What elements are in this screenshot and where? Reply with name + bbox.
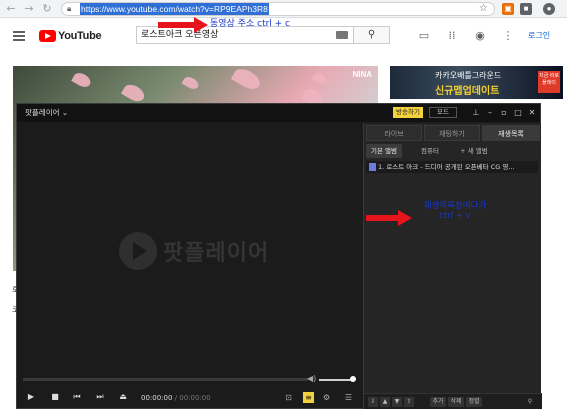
annotation-copy-hint: 동영상 주소 ctrl + c xyxy=(210,19,291,29)
back-icon[interactable]: ← xyxy=(4,2,18,16)
broadcast-button[interactable]: 방송하기 xyxy=(393,107,423,118)
minimize-icon[interactable]: – xyxy=(485,108,495,118)
more-vertical-icon[interactable]: ⋮ xyxy=(502,30,514,42)
ad-line1: 카카오배틀그라운드 xyxy=(435,71,502,80)
ad-banner[interactable]: 카카오배틀그라운드 신규맵업데이트 지금 바로 플레이 xyxy=(390,66,563,99)
delete-button[interactable]: 삭제 xyxy=(448,397,464,407)
annotation-arrow-copy xyxy=(158,17,208,33)
potplayer-window: 팟플레이어 ⌄ 방송하기 모드 ⊥ – ▫ □ ✕ 팟플레이어 ◀) ▶ ■ ⏮… xyxy=(16,103,542,409)
move-top-icon[interactable]: ▲ xyxy=(380,397,390,407)
youtube-play-icon xyxy=(39,30,56,42)
extension-gray-icon[interactable]: ■ xyxy=(520,3,532,15)
subtitle-icon[interactable]: ≡ xyxy=(303,392,314,403)
playlist-panel: 라이브 채팅하기 재생목록 기본 앨범 컴퓨터 + 새 앨범 1. 로스트 아크… xyxy=(363,123,542,409)
profile-icon[interactable]: ● xyxy=(543,3,555,15)
extension-orange-icon[interactable]: ▣ xyxy=(502,3,514,15)
volume-knob[interactable] xyxy=(350,376,356,382)
move-up-icon[interactable]: ▼ xyxy=(392,397,402,407)
time-display: 00:00:00 / 00:00:00 xyxy=(141,393,211,403)
sort-button[interactable]: 정렬 xyxy=(466,397,482,407)
stop-icon[interactable]: ■ xyxy=(49,391,61,403)
bookmark-star-icon[interactable]: ☆ xyxy=(479,3,488,15)
volume-slider[interactable] xyxy=(319,379,353,381)
tab-chat[interactable]: 채팅하기 xyxy=(424,125,480,141)
forward-icon[interactable]: → xyxy=(22,2,36,16)
move-down-icon[interactable]: ⇩ xyxy=(368,397,378,407)
menu-icon[interactable] xyxy=(13,31,25,41)
video-file-icon xyxy=(369,163,376,171)
mode-dropdown[interactable]: 모드 xyxy=(429,107,457,118)
video-watermark: NINA xyxy=(352,70,372,79)
seek-bar[interactable] xyxy=(23,378,308,381)
subtab-basic-album[interactable]: 기본 앨범 xyxy=(366,144,402,158)
login-link[interactable]: 로그인 xyxy=(528,30,550,42)
potplayer-logo-text: 팟플레이어 xyxy=(163,241,270,266)
youtube-logo-text: YouTube xyxy=(58,30,102,42)
settings-gear-icon[interactable]: ⚙ xyxy=(321,392,332,403)
ad-line2: 신규맵업데이트 xyxy=(435,86,500,97)
play-icon[interactable]: ▶ xyxy=(25,391,37,403)
eject-icon[interactable]: ⏏︎ xyxy=(117,391,129,403)
upload-video-icon[interactable]: ▭ xyxy=(418,30,430,42)
time-total: / 00:00:00 xyxy=(174,394,211,402)
annotation-paste-hint: 재생목록창에다가 ctrl + v xyxy=(410,201,500,221)
reload-icon[interactable]: ↻ xyxy=(40,2,54,16)
subtab-new-album[interactable]: + 새 앨범 xyxy=(454,144,494,158)
player-title[interactable]: 팟플레이어 ⌄ xyxy=(25,107,68,119)
apps-grid-icon[interactable]: ⁞⁞ xyxy=(446,30,458,42)
potplayer-logo-icon xyxy=(119,232,157,270)
keyboard-icon[interactable] xyxy=(336,31,348,39)
time-current: 00:00:00 xyxy=(141,394,173,402)
lock-icon: 🔒︎ xyxy=(67,4,72,13)
previous-icon[interactable]: ⏮︎ xyxy=(71,391,83,403)
subtab-computer[interactable]: 컴퓨터 xyxy=(410,144,450,158)
next-icon[interactable]: ⏭︎ xyxy=(94,391,106,403)
address-bar[interactable]: 🔒︎ https://www.youtube.com/watch?v=RP9EA… xyxy=(61,2,495,16)
search-icon[interactable]: ⚲ xyxy=(524,397,536,407)
capture-icon[interactable]: ⊡ xyxy=(283,392,294,403)
pin-icon[interactable]: ⊥ xyxy=(471,108,481,118)
tab-playlist[interactable]: 재생목록 xyxy=(482,125,540,141)
annotation-paste-line1: 재생목록창에다가 xyxy=(423,201,487,211)
browser-toolbar: ← → ↻ 🔒︎ https://www.youtube.com/watch?v… xyxy=(0,0,567,18)
mini-mode-icon[interactable]: ▫ xyxy=(499,108,509,118)
player-titlebar[interactable]: 팟플레이어 ⌄ 방송하기 모드 ⊥ – ▫ □ ✕ xyxy=(17,104,540,122)
search-button[interactable]: ⚲ xyxy=(354,26,390,44)
playlist-toolbar: ⇩ ▲ ▼ ⇧ 추가 삭제 정렬 ⚲ xyxy=(364,393,542,409)
close-icon[interactable]: ✕ xyxy=(527,108,537,118)
tab-live[interactable]: 라이브 xyxy=(366,125,422,141)
annotation-arrow-paste xyxy=(366,210,416,226)
playlist-item[interactable]: 1. 로스트 아크 - 드디어 공개된 오픈베타 CG 영... xyxy=(366,161,538,173)
messages-icon[interactable]: ◉ xyxy=(474,30,486,42)
url-text[interactable]: https://www.youtube.com/watch?v=RP9EAPh3… xyxy=(80,3,269,15)
annotation-paste-line2: ctrl + v xyxy=(439,211,471,221)
playlist-item-label: 1. 로스트 아크 - 드디어 공개된 오픈베타 CG 영... xyxy=(378,163,515,171)
playlist-toggle-icon[interactable]: ☰ xyxy=(343,392,354,403)
volume-icon[interactable]: ◀) xyxy=(307,374,316,383)
move-bottom-icon[interactable]: ⇧ xyxy=(404,397,414,407)
maximize-icon[interactable]: □ xyxy=(513,108,523,118)
player-screen[interactable]: 팟플레이어 xyxy=(21,124,361,374)
add-button[interactable]: 추가 xyxy=(430,397,446,407)
ad-play-button[interactable]: 지금 바로 플레이 xyxy=(538,71,560,93)
